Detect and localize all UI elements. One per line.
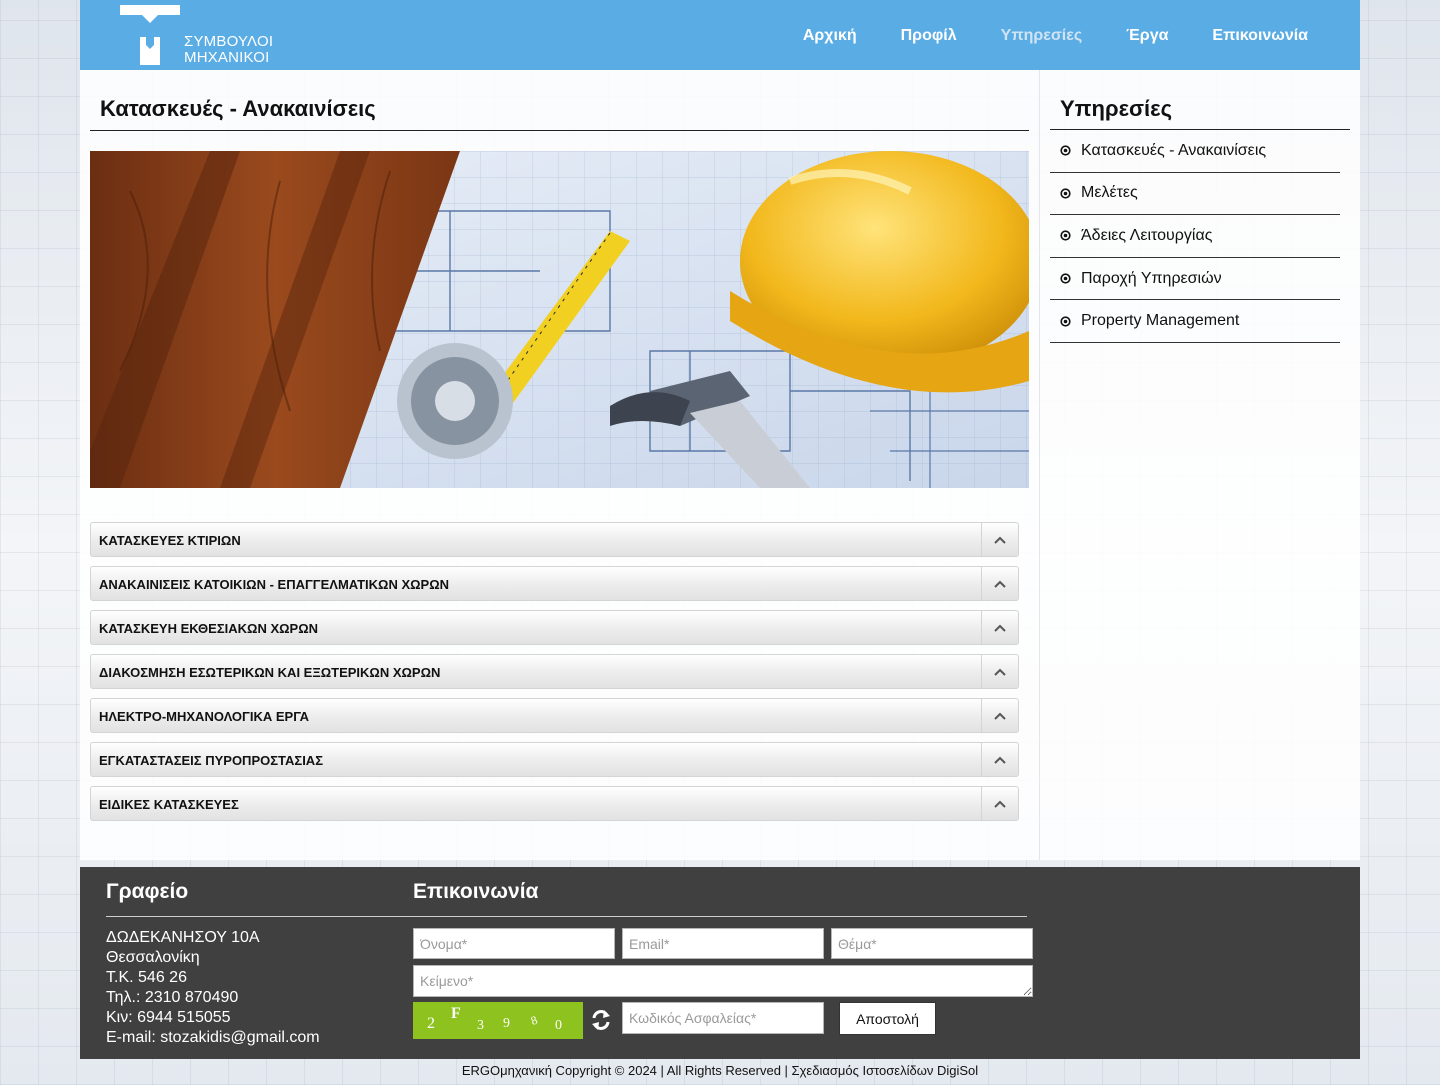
captcha-char: F	[451, 1005, 461, 1022]
copyright-text: ERGOμηχανική Copyright © 2024 | All Righ…	[461, 1063, 979, 1078]
name-field[interactable]	[413, 928, 615, 959]
main-panel: Κατασκευές - Ανακαινίσεις ΚΑΤΑΣΚΕΥΕΣ ΚΤΙ…	[80, 70, 1360, 860]
circle-bullet-icon	[1060, 316, 1071, 327]
send-button[interactable]: Αποστολή	[839, 1002, 936, 1035]
logo-text: ΣΥΜΒΟΥΛΟΙ ΜΗΧΑΝΙΚΟΙ	[184, 34, 273, 66]
address-mobile: Κιν: 6944 515055	[106, 1009, 231, 1026]
chevron-up-icon[interactable]	[981, 611, 1018, 644]
logo-mark-icon	[120, 5, 180, 65]
site-footer: Γραφείο Επικοινωνία ΔΩΔΕΚΑΝΗΣΟΥ 10Α Θεσσ…	[80, 867, 1360, 1059]
contact-heading: Επικοινωνία	[413, 880, 539, 903]
services-accordion: ΚΑΤΑΣΚΕΥΕΣ ΚΤΙΡΙΩΝ ΑΝΑΚΑΙΝΙΣΕΙΣ ΚΑΤΟΙΚΙΩ…	[90, 522, 1019, 830]
page-title: Κατασκευές - Ανακαινίσεις	[100, 96, 376, 121]
circle-bullet-icon	[1060, 188, 1071, 199]
nav-projects[interactable]: Έργα	[1126, 27, 1168, 45]
chevron-up-icon[interactable]	[981, 655, 1018, 688]
captcha-char: 8	[529, 1013, 539, 1028]
captcha-input[interactable]	[622, 1002, 824, 1034]
address-email: E-mail: stozakidis@gmail.com	[106, 1029, 320, 1046]
accordion-label: ΚΑΤΑΣΚΕΥΗ ΕΚΘΕΣΙΑΚΩΝ ΧΩΡΩΝ	[99, 621, 319, 636]
accordion-label: ΕΓΚΑΤΑΣΤΑΣΕΙΣ ΠΥΡΟΠΡΟΣΤΑΣΙΑΣ	[99, 753, 323, 768]
sidebar-item-label: Παροχή Υπηρεσιών	[1081, 269, 1222, 287]
hero-image	[90, 151, 1029, 488]
logo-line-1: ΣΥΜΒΟΥΛΟΙ	[184, 33, 274, 50]
chevron-up-icon[interactable]	[981, 787, 1018, 820]
circle-bullet-icon	[1060, 230, 1071, 242]
sidebar-item-label: Property Management	[1081, 312, 1240, 330]
chevron-up-icon[interactable]	[981, 567, 1018, 600]
sidebar-item-studies[interactable]: Μελέτες	[1050, 173, 1340, 216]
accordion-item[interactable]: ΗΛΕΚΤΡΟ-ΜΗΧΑΝΟΛΟΓΙΚΑ ΕΡΓΑ	[90, 698, 1019, 733]
captcha-char: 2	[427, 1015, 435, 1032]
accordion-label: ΔΙΑΚΟΣΜΗΣΗ ΕΣΩΤΕΡΙΚΩΝ ΚΑΙ ΕΞΩΤΕΡΙΚΩΝ ΧΩΡ…	[99, 665, 441, 680]
accordion-label: ΚΑΤΑΣΚΕΥΕΣ ΚΤΙΡΙΩΝ	[99, 533, 241, 548]
captcha-image: 2 F 3 9 8 0	[413, 1002, 583, 1039]
sidebar-item-label: Άδειες Λειτουργίας	[1081, 226, 1213, 244]
circle-bullet-icon	[1060, 273, 1071, 284]
column-divider	[1039, 70, 1040, 860]
accordion-item[interactable]: ΕΓΚΑΤΑΣΤΑΣΕΙΣ ΠΥΡΟΠΡΟΣΤΑΣΙΑΣ	[90, 742, 1019, 777]
address-street: ΔΩΔΕΚΑΝΗΣΟΥ 10Α	[106, 929, 260, 946]
footer-divider	[106, 916, 1027, 917]
main-nav: Αρχική Προφίλ Υπηρεσίες Έργα Επικοινωνία	[759, 27, 1308, 45]
captcha-glyphs: 2 F 3 9 8 0	[427, 1005, 562, 1033]
captcha-char: 3	[477, 1018, 484, 1033]
sidebar-item-services[interactable]: Παροχή Υπηρεσιών	[1050, 258, 1340, 301]
address-postcode: Τ.Κ. 546 26	[106, 969, 187, 986]
accordion-item[interactable]: ΕΙΔΙΚΕΣ ΚΑΤΑΣΚΕΥΕΣ	[90, 786, 1019, 821]
title-divider	[90, 130, 1029, 131]
site-header: ΣΥΜΒΟΥΛΟΙ ΜΗΧΑΝΙΚΟΙ Αρχική Προφίλ Υπηρεσ…	[80, 0, 1360, 70]
accordion-item[interactable]: ΚΑΤΑΣΚΕΥΗ ΕΚΘΕΣΙΑΚΩΝ ΧΩΡΩΝ	[90, 610, 1019, 645]
chevron-up-icon[interactable]	[981, 523, 1018, 556]
nav-home[interactable]: Αρχική	[803, 27, 857, 45]
chevron-up-icon[interactable]	[981, 743, 1018, 776]
address-phone: Τηλ.: 2310 870490	[106, 989, 239, 1006]
sidebar-item-constructions[interactable]: Κατασκευές - Ανακαινίσεις	[1050, 130, 1340, 173]
accordion-label: ΕΙΔΙΚΕΣ ΚΑΤΑΣΚΕΥΕΣ	[99, 797, 239, 812]
sidebar-item-label: Κατασκευές - Ανακαινίσεις	[1081, 141, 1267, 159]
circle-bullet-icon	[1060, 145, 1071, 156]
email-field[interactable]	[622, 928, 824, 959]
nav-profile[interactable]: Προφίλ	[901, 27, 957, 45]
accordion-label: ΗΛΕΚΤΡΟ-ΜΗΧΑΝΟΛΟΓΙΚΑ ΕΡΓΑ	[99, 709, 309, 724]
sidebar-item-label: Μελέτες	[1081, 184, 1138, 202]
sidebar-list: Κατασκευές - Ανακαινίσεις Μελέτες Άδειες…	[1050, 130, 1340, 343]
accordion-label: ΑΝΑΚΑΙΝΙΣΕΙΣ ΚΑΤΟΙΚΙΩΝ - ΕΠΑΓΓΕΛΜΑΤΙΚΩΝ …	[99, 577, 450, 592]
office-heading: Γραφείο	[106, 880, 189, 903]
sidebar-title: Υπηρεσίες	[1060, 96, 1173, 121]
office-address: ΔΩΔΕΚΑΝΗΣΟΥ 10Α Θεσσαλονίκη Τ.Κ. 546 26 …	[106, 928, 320, 1048]
message-field[interactable]	[413, 965, 1033, 997]
accordion-item[interactable]: ΚΑΤΑΣΚΕΥΕΣ ΚΤΙΡΙΩΝ	[90, 522, 1019, 557]
sidebar-item-licenses[interactable]: Άδειες Λειτουργίας	[1050, 215, 1340, 258]
sidebar-item-property-management[interactable]: Property Management	[1050, 300, 1340, 343]
logo-line-2: ΜΗΧΑΝΙΚΟΙ	[184, 49, 270, 66]
captcha-char: 0	[555, 1018, 562, 1033]
construction-tools-illustration	[90, 151, 1029, 488]
chevron-up-icon[interactable]	[981, 699, 1018, 732]
nav-contact[interactable]: Επικοινωνία	[1212, 27, 1308, 45]
refresh-icon[interactable]	[590, 1008, 612, 1032]
accordion-item[interactable]: ΔΙΑΚΟΣΜΗΣΗ ΕΣΩΤΕΡΙΚΩΝ ΚΑΙ ΕΞΩΤΕΡΙΚΩΝ ΧΩΡ…	[90, 654, 1019, 689]
accordion-item[interactable]: ΑΝΑΚΑΙΝΙΣΕΙΣ ΚΑΤΟΙΚΙΩΝ - ΕΠΑΓΓΕΛΜΑΤΙΚΩΝ …	[90, 566, 1019, 601]
site-logo[interactable]: ΣΥΜΒΟΥΛΟΙ ΜΗΧΑΝΙΚΟΙ	[120, 5, 280, 66]
subject-field[interactable]	[831, 928, 1033, 959]
address-city: Θεσσαλονίκη	[106, 949, 200, 966]
nav-services[interactable]: Υπηρεσίες	[1001, 27, 1083, 45]
captcha-char: 9	[503, 1016, 510, 1031]
